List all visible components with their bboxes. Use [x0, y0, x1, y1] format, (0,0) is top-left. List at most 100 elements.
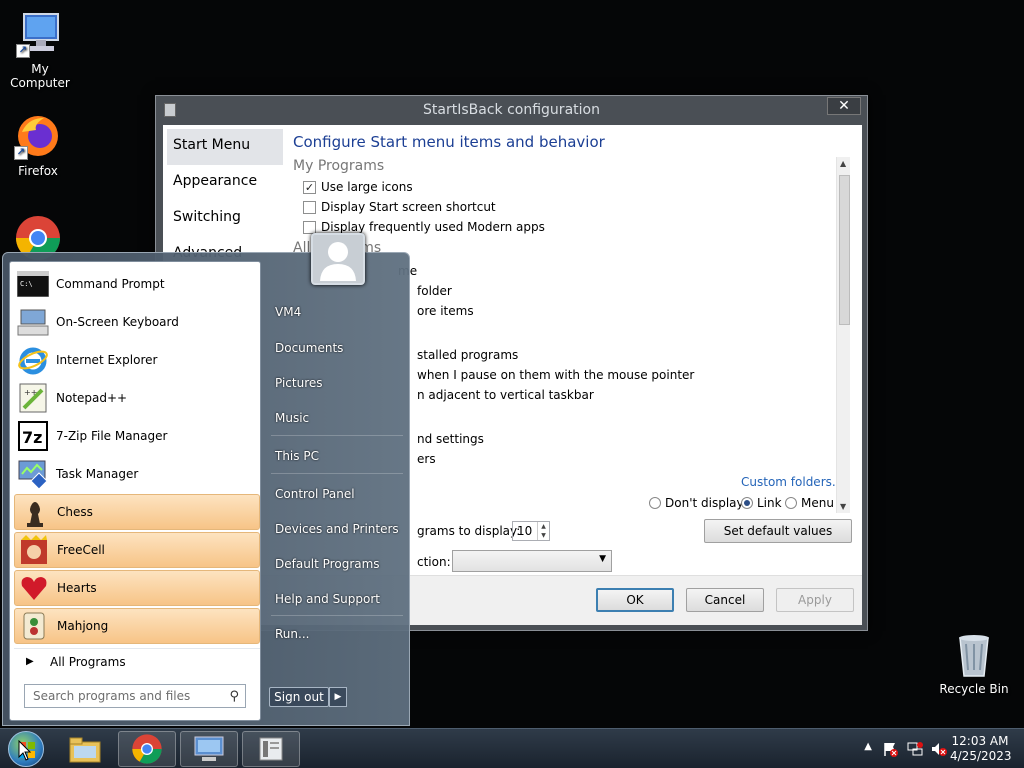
apply-button[interactable]: Apply	[776, 588, 854, 612]
scroll-down-icon[interactable]: ▼	[840, 502, 846, 511]
start-link-help-and-support[interactable]: Help and Support	[275, 592, 380, 606]
radio-button[interactable]	[741, 497, 753, 509]
modern-apps-checkbox[interactable]	[303, 220, 316, 234]
program-command-prompt[interactable]: C:\ Command Prompt	[14, 266, 260, 302]
svg-text:7z: 7z	[22, 428, 42, 447]
sign-out-button[interactable]: Sign out	[269, 687, 329, 707]
show-hidden-icons-icon[interactable]: ▲	[864, 741, 872, 752]
start-link-devices-and-printers[interactable]: Devices and Printers	[275, 522, 399, 536]
chrome-icon	[132, 734, 162, 764]
clock[interactable]: 12:03 AM 4/25/2023	[950, 734, 1012, 764]
start-link-default-programs[interactable]: Default Programs	[275, 557, 380, 571]
user-icon	[320, 242, 356, 281]
program-label: Chess	[57, 505, 93, 519]
all-programs-button[interactable]: ▶ All Programs	[14, 648, 260, 674]
chess-icon	[17, 496, 51, 528]
program-freecell[interactable]: FreeCell	[14, 532, 260, 568]
desktop-icon-label: My Computer	[10, 62, 70, 90]
hearts-icon	[17, 572, 51, 604]
option-modern-apps[interactable]: Display frequently used Modern apps	[303, 220, 545, 234]
notepad-plus-plus-icon: ++	[16, 382, 50, 414]
radio-label: Link	[757, 496, 782, 510]
scroll-thumb[interactable]	[839, 175, 850, 325]
power-action-dropdown[interactable]: ▼	[452, 550, 612, 572]
start-link-vm4[interactable]: VM4	[275, 305, 301, 319]
network-icon[interactable]	[907, 741, 923, 757]
program-label: Mahjong	[57, 619, 109, 633]
program-label: Command Prompt	[56, 277, 165, 291]
program-task-manager[interactable]: Task Manager	[14, 456, 260, 492]
set-default-values-button[interactable]: Set default values	[704, 519, 852, 543]
clock-time: 12:03 AM	[951, 734, 1009, 748]
program-notepad-plus-plus[interactable]: ++ Notepad++	[14, 380, 260, 416]
task-manager-icon	[16, 458, 50, 490]
radio-dont-display[interactable]: Don't display	[649, 496, 744, 510]
start-menu-program-list: C:\ Command Prompt On-Screen Keyboard In…	[9, 261, 261, 721]
custom-folders-link[interactable]: Custom folders...	[741, 475, 843, 489]
cancel-button[interactable]: Cancel	[686, 588, 764, 612]
action-center-flag-icon[interactable]	[882, 741, 898, 757]
start-link-documents[interactable]: Documents	[275, 341, 343, 355]
user-avatar[interactable]	[311, 233, 365, 285]
sign-out-options-icon[interactable]: ▶	[329, 687, 347, 707]
recent-programs-spinner[interactable]: 10 ▲ ▼	[512, 521, 550, 541]
partial-option-text: n adjacent to vertical taskbar	[417, 388, 594, 402]
radio-link[interactable]: Link	[741, 496, 782, 510]
partial-option-text: when I pause on them with the mouse poin…	[417, 368, 695, 382]
desktop-icon-recycle-bin[interactable]: Recycle Bin	[934, 630, 1014, 696]
start-link-run[interactable]: Run...	[275, 627, 309, 641]
explorer-icon	[69, 737, 101, 763]
radio-button[interactable]	[785, 497, 797, 509]
window-titlebar[interactable]: StartIsBack configuration	[156, 96, 867, 124]
chevron-right-icon: ▶	[26, 656, 34, 667]
desktop-icon-label: Recycle Bin	[939, 682, 1009, 696]
program-on-screen-keyboard[interactable]: On-Screen Keyboard	[14, 304, 260, 340]
partial-option-text: ore items	[417, 304, 474, 318]
volume-muted-icon[interactable]	[931, 741, 947, 757]
startisback-config-icon	[259, 737, 283, 761]
svg-text:++: ++	[24, 388, 37, 397]
keyboard-icon	[16, 306, 50, 338]
partial-option-text: nd settings	[417, 432, 484, 446]
large-icons-checkbox[interactable]: ✓	[303, 180, 316, 194]
taskbar: ▲ 12:03 AM 4/25/2023	[0, 728, 1024, 768]
program-mahjong[interactable]: Mahjong	[14, 608, 260, 644]
program-7zip-file-manager[interactable]: 7z 7-Zip File Manager	[14, 418, 260, 454]
nav-switching[interactable]: Switching	[167, 201, 283, 237]
program-label: On-Screen Keyboard	[56, 315, 179, 329]
program-label: FreeCell	[57, 543, 105, 557]
taskbar-remote-desktop[interactable]	[180, 731, 238, 767]
scroll-up-icon[interactable]: ▲	[840, 159, 846, 168]
program-internet-explorer[interactable]: Internet Explorer	[14, 342, 260, 378]
radio-button[interactable]	[649, 497, 661, 509]
start-link-control-panel[interactable]: Control Panel	[275, 487, 355, 501]
start-screen-checkbox[interactable]	[303, 200, 316, 214]
power-action-label: ction:	[417, 555, 451, 569]
options-scrollbar[interactable]: ▲ ▼	[836, 157, 850, 513]
firefox-icon: ↗	[14, 112, 62, 160]
option-label: Use large icons	[321, 180, 413, 194]
app-icon	[164, 103, 176, 117]
search-input[interactable]: Search programs and files ⚲	[24, 684, 246, 708]
program-hearts[interactable]: Hearts	[14, 570, 260, 606]
spinner-value[interactable]: 10	[517, 524, 532, 538]
desktop-icon-my-computer[interactable]: ↗ My Computer	[0, 10, 80, 90]
nav-appearance[interactable]: Appearance	[167, 165, 283, 201]
start-link-pictures[interactable]: Pictures	[275, 376, 323, 390]
start-link-music[interactable]: Music	[275, 411, 309, 425]
radio-menu[interactable]: Menu	[785, 496, 834, 510]
all-programs-label: All Programs	[50, 655, 126, 669]
spinner-arrows-icon[interactable]: ▲ ▼	[537, 522, 549, 540]
program-label: Hearts	[57, 581, 97, 595]
option-start-screen-shortcut[interactable]: Display Start screen shortcut	[303, 200, 496, 214]
taskbar-explorer[interactable]	[56, 731, 114, 767]
program-chess[interactable]: Chess	[14, 494, 260, 530]
start-link-this-pc[interactable]: This PC	[275, 449, 319, 463]
close-button[interactable]: ✕	[827, 97, 861, 115]
taskbar-startisback-config[interactable]	[242, 731, 300, 767]
nav-start-menu[interactable]: Start Menu	[167, 129, 283, 165]
desktop-icon-firefox[interactable]: ↗ Firefox	[0, 112, 78, 178]
taskbar-chrome[interactable]	[118, 731, 176, 767]
ok-button[interactable]: OK	[596, 588, 674, 612]
option-large-icons[interactable]: ✓ Use large icons	[303, 180, 413, 194]
